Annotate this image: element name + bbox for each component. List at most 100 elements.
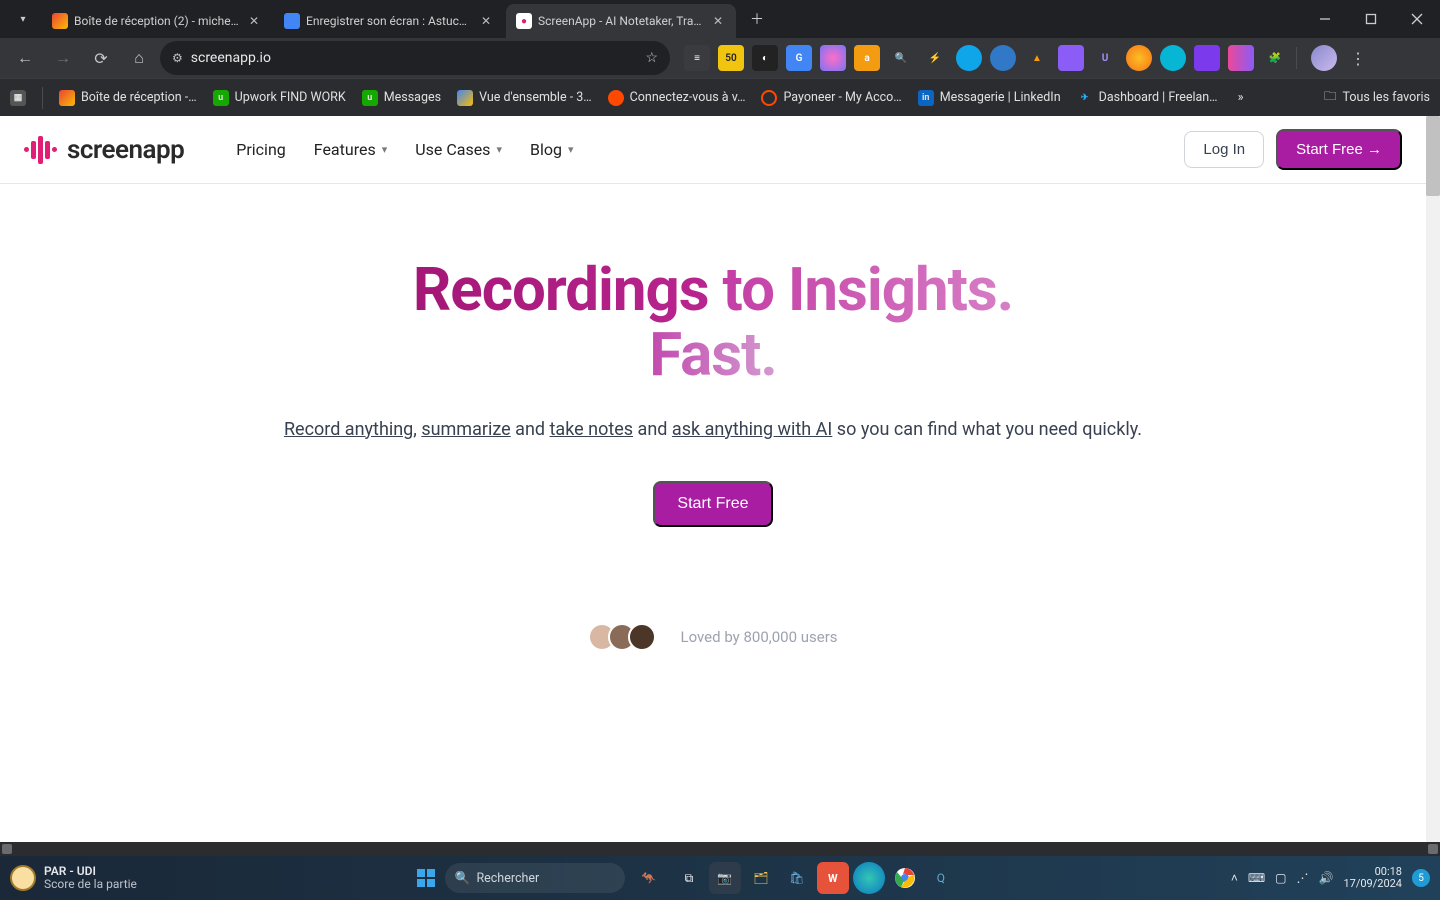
link-record-anything[interactable]: Record anything: [284, 419, 413, 440]
extension-icon[interactable]: ≡: [684, 45, 710, 71]
bookmark-overflow[interactable]: »: [1238, 90, 1244, 105]
bookmark-item[interactable]: Connectez-vous à v…: [608, 90, 746, 106]
extension-icon[interactable]: ▲: [1024, 45, 1050, 71]
home-button[interactable]: ⌂: [122, 41, 156, 75]
task-view-icon[interactable]: ⧉: [673, 862, 705, 894]
loved-by-text: Loved by 800,000 users: [680, 628, 837, 646]
address-bar[interactable]: ⚙ screenapp.io ☆: [160, 41, 670, 75]
tray-language-icon[interactable]: ⌨: [1248, 871, 1265, 885]
close-window-button[interactable]: [1394, 0, 1440, 38]
bookmark-item[interactable]: Vue d'ensemble - 3…: [457, 90, 592, 106]
window-titlebar: ▾ Boîte de réception (2) - micheln ✕ Enr…: [0, 0, 1440, 38]
extension-icon[interactable]: 🔍: [888, 45, 914, 71]
extension-icon[interactable]: [1160, 45, 1186, 71]
browser-tab-gdocs[interactable]: Enregistrer son écran : Astuces, ✕: [274, 4, 504, 38]
taskbar-search[interactable]: 🔍Rechercher: [445, 863, 625, 893]
store-icon[interactable]: 🛍: [781, 862, 813, 894]
bookmark-item[interactable]: ✈Dashboard | Freelan…: [1077, 90, 1218, 106]
bookmark-label: Upwork FIND WORK: [235, 90, 346, 105]
extension-icon[interactable]: [1194, 45, 1220, 71]
tray-battery-icon[interactable]: ▢: [1275, 871, 1286, 885]
extension-icon[interactable]: ⚡: [922, 45, 948, 71]
tab-label: Boîte de réception (2) - micheln: [74, 14, 240, 28]
extension-icon[interactable]: [956, 45, 982, 71]
extension-icon[interactable]: [1126, 45, 1152, 71]
tray-chevron-up-icon[interactable]: ˄: [1231, 871, 1238, 885]
chrome-icon[interactable]: [889, 862, 921, 894]
start-free-nav-button[interactable]: Start Free →: [1276, 129, 1402, 170]
widget-icon: [10, 865, 36, 891]
scroll-right-icon[interactable]: [1428, 844, 1438, 854]
taskbar-widget[interactable]: PAR - UDI Score de la partie: [10, 865, 137, 891]
browser-tab-gmail[interactable]: Boîte de réception (2) - micheln ✕: [42, 4, 272, 38]
taskbar-clock[interactable]: 00:18 17/09/2024: [1343, 866, 1402, 890]
nav-right: Log In Start Free →: [1184, 129, 1402, 170]
extension-icon[interactable]: a: [854, 45, 880, 71]
link-take-notes[interactable]: take notes: [550, 419, 634, 440]
extensions-menu-icon[interactable]: 🧩: [1262, 45, 1288, 71]
extension-icon[interactable]: [1228, 45, 1254, 71]
link-summarize[interactable]: summarize: [421, 419, 510, 440]
reload-button[interactable]: ⟳: [84, 41, 118, 75]
close-icon[interactable]: ✕: [246, 13, 262, 29]
back-button[interactable]: ←: [8, 41, 42, 75]
bookmark-item[interactable]: Boîte de réception -…: [59, 90, 197, 106]
site-logo[interactable]: screenapp: [24, 135, 184, 165]
profile-avatar[interactable]: [1311, 45, 1337, 71]
hero-section: Recordings to Insights. Fast. Record any…: [263, 184, 1163, 651]
bookmark-star-icon[interactable]: ☆: [645, 50, 658, 66]
nav-features[interactable]: Features▾: [314, 140, 387, 159]
new-tab-button[interactable]: ＋: [742, 4, 772, 34]
site-settings-icon[interactable]: ⚙: [172, 51, 183, 65]
browser-tab-screenapp[interactable]: ● ScreenApp - AI Notetaker, Trans ✕: [506, 4, 736, 38]
minimize-button[interactable]: [1302, 0, 1348, 38]
extension-icon[interactable]: [990, 45, 1016, 71]
scrollbar-thumb[interactable]: [1426, 116, 1440, 196]
notification-badge[interactable]: 5: [1412, 869, 1430, 887]
extension-icon[interactable]: U: [1092, 45, 1118, 71]
quicktime-icon[interactable]: Q: [925, 862, 957, 894]
link-ask-ai[interactable]: ask anything with AI: [672, 419, 832, 440]
site-header: screenapp Pricing Features▾ Use Cases▾ B…: [0, 116, 1426, 184]
all-bookmarks[interactable]: 🗀Tous les favoris: [1324, 87, 1430, 108]
start-button[interactable]: [411, 863, 441, 893]
nav-blog[interactable]: Blog▾: [530, 140, 574, 159]
extension-icon[interactable]: [1058, 45, 1084, 71]
bookmark-item[interactable]: Payoneer - My Acco…: [761, 90, 901, 106]
browser-menu-button[interactable]: ⋮: [1345, 41, 1371, 75]
avatar: [628, 623, 656, 651]
login-button[interactable]: Log In: [1184, 131, 1264, 168]
bookmark-item[interactable]: uUpwork FIND WORK: [213, 90, 346, 106]
camera-app-icon[interactable]: 📷: [709, 862, 741, 894]
start-free-hero-button[interactable]: Start Free: [653, 481, 772, 527]
tray-wifi-icon[interactable]: ⋰: [1297, 871, 1309, 885]
extension-icon[interactable]: ◐: [752, 45, 778, 71]
search-highlight-icon[interactable]: 🦘: [629, 863, 669, 893]
payoneer-icon: [761, 90, 777, 106]
close-icon[interactable]: ✕: [478, 13, 494, 29]
nav-pricing[interactable]: Pricing: [236, 140, 286, 159]
vertical-scrollbar[interactable]: [1426, 116, 1440, 842]
loved-by-row: Loved by 800,000 users: [263, 623, 1163, 651]
explorer-icon[interactable]: 🗂: [745, 862, 777, 894]
hero-word: to Insights.: [709, 254, 1014, 325]
bookmark-item[interactable]: inMessagerie | LinkedIn: [918, 90, 1061, 106]
all-bookmarks-label: Tous les favoris: [1342, 90, 1430, 105]
bookmark-apps[interactable]: ▦: [10, 90, 26, 106]
url-text: screenapp.io: [191, 50, 638, 66]
close-icon[interactable]: ✕: [710, 13, 726, 29]
extension-icon[interactable]: G: [786, 45, 812, 71]
edge-icon[interactable]: [853, 862, 885, 894]
tray-volume-icon[interactable]: 🔊: [1319, 871, 1334, 885]
wps-icon[interactable]: W: [817, 862, 849, 894]
extension-icon[interactable]: [820, 45, 846, 71]
extension-icon[interactable]: 50: [718, 45, 744, 71]
bookmark-item[interactable]: uMessages: [362, 90, 441, 106]
horizontal-scrollbar[interactable]: [0, 842, 1440, 856]
tabs-dropdown[interactable]: ▾: [6, 4, 40, 34]
browser-toolbar: ← → ⟳ ⌂ ⚙ screenapp.io ☆ ≡ 50 ◐ G a 🔍 ⚡ …: [0, 38, 1440, 78]
scroll-left-icon[interactable]: [2, 844, 12, 854]
nav-usecases[interactable]: Use Cases▾: [415, 140, 502, 159]
maximize-button[interactable]: [1348, 0, 1394, 38]
forward-button[interactable]: →: [46, 41, 80, 75]
